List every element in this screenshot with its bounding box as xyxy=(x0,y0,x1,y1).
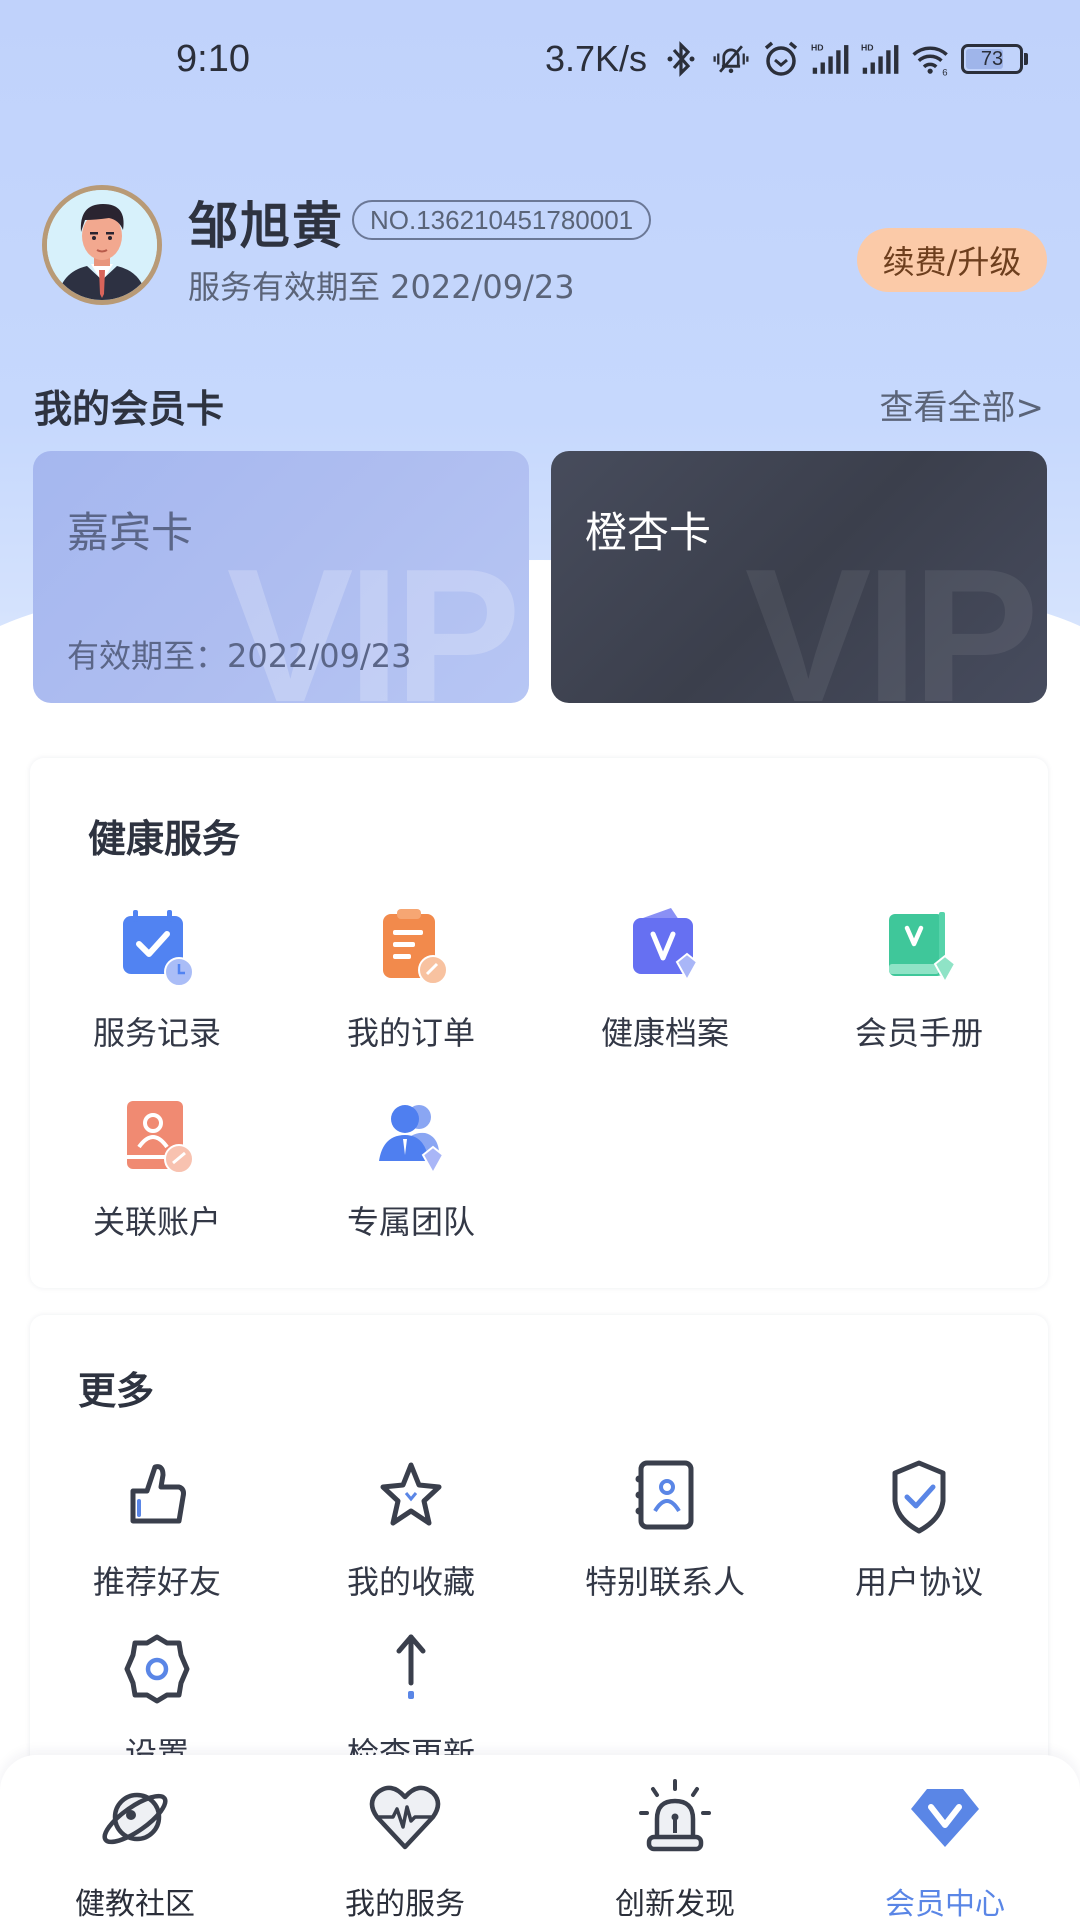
bluetooth-icon xyxy=(661,39,701,79)
hd-signal-icon: HD xyxy=(861,39,901,79)
member-card-orange[interactable]: VIP 橙杏卡 xyxy=(551,451,1047,703)
diamond-v-icon xyxy=(905,1777,985,1857)
clipboard-order-icon xyxy=(369,906,453,990)
nav-item-my-services[interactable]: 我的服务 xyxy=(270,1777,540,1920)
health-folder-icon xyxy=(623,906,707,990)
star-icon xyxy=(369,1455,453,1539)
nav-label: 我的服务 xyxy=(345,1887,465,1920)
shield-check-icon xyxy=(877,1455,961,1539)
grid-label: 关联账户 xyxy=(92,1203,221,1241)
nav-item-member-center[interactable]: 会员中心 xyxy=(810,1777,1080,1920)
vibrate-off-icon xyxy=(711,39,751,79)
gear-icon xyxy=(115,1627,199,1711)
grid-label: 推荐好友 xyxy=(92,1563,221,1601)
svg-text:HD: HD xyxy=(861,42,874,52)
card-name: 橙杏卡 xyxy=(585,508,712,557)
view-all-link[interactable]: 查看全部> xyxy=(880,380,1045,429)
grid-label: 我的订单 xyxy=(346,1014,475,1052)
grid-label: 用户协议 xyxy=(854,1563,983,1601)
member-book-icon xyxy=(877,906,961,990)
contact-book-icon xyxy=(623,1455,707,1539)
alarm-icon xyxy=(761,39,801,79)
member-handbook-item[interactable]: 会员手册 xyxy=(792,906,1046,1054)
grid-label: 服务记录 xyxy=(92,1014,221,1052)
renew-upgrade-button[interactable]: 续费/升级 xyxy=(857,228,1047,292)
nav-label: 会员中心 xyxy=(885,1887,1005,1920)
linked-account-icon xyxy=(115,1095,199,1179)
grid-label: 我的收藏 xyxy=(346,1563,475,1601)
network-speed: 3.7K/s xyxy=(544,38,647,79)
user-name: 邹旭黄 xyxy=(188,197,344,255)
calendar-check-icon xyxy=(115,906,199,990)
nav-item-health-community[interactable]: 健教社区 xyxy=(0,1777,270,1920)
health-services-panel: 健康服务 服务记录 我的订单 健康档案 会员手册 关联账户 专属团队 xyxy=(30,758,1048,1288)
hd-signal-icon: HD xyxy=(811,39,851,79)
member-cards-title: 我的会员卡 xyxy=(34,387,225,431)
exclusive-team-item[interactable]: 专属团队 xyxy=(284,1095,538,1243)
avatar[interactable] xyxy=(42,185,162,305)
user-agreement-item[interactable]: 用户协议 xyxy=(792,1455,1046,1603)
refer-friends-item[interactable]: 推荐好友 xyxy=(30,1455,284,1603)
status-time: 9:10 xyxy=(176,38,250,80)
more-title: 更多 xyxy=(78,1369,155,1413)
my-favorites-item[interactable]: 我的收藏 xyxy=(284,1455,538,1603)
team-icon xyxy=(369,1095,453,1179)
bottom-navigation: 健教社区 我的服务 创新发现 会员中心 xyxy=(0,1755,1080,1920)
status-icons: 3.7K/s HD HD 6 73 xyxy=(545,38,1028,80)
planet-icon xyxy=(95,1777,175,1857)
member-card-guest[interactable]: VIP 嘉宾卡 有效期至：2022/09/23 xyxy=(33,451,529,703)
grid-label: 特别联系人 xyxy=(584,1563,745,1601)
svg-text:HD: HD xyxy=(811,42,824,52)
my-orders-item[interactable]: 我的订单 xyxy=(284,906,538,1054)
member-number-badge: NO.136210451780001 xyxy=(352,200,652,240)
arrow-up-icon xyxy=(369,1627,453,1711)
nav-label: 创新发现 xyxy=(615,1887,735,1920)
grid-label: 健康档案 xyxy=(600,1014,729,1052)
grid-label: 专属团队 xyxy=(346,1203,475,1241)
linked-accounts-item[interactable]: 关联账户 xyxy=(30,1095,284,1243)
card-name: 嘉宾卡 xyxy=(67,508,194,557)
thumbs-up-icon xyxy=(115,1455,199,1539)
check-update-item[interactable]: 检查更新 xyxy=(284,1627,538,1775)
siren-icon xyxy=(635,1777,715,1857)
nav-label: 健教社区 xyxy=(75,1887,195,1920)
battery-level: 73 xyxy=(980,47,1004,70)
card-expiry: 有效期至：2022/09/23 xyxy=(67,637,412,675)
status-bar: 9:10 3.7K/s HD HD 6 73 xyxy=(0,0,1080,120)
svg-text:6: 6 xyxy=(942,68,947,79)
special-contacts-item[interactable]: 特别联系人 xyxy=(538,1455,792,1603)
service-validity: 服务有效期至 2022/09/23 xyxy=(188,268,575,306)
health-records-item[interactable]: 健康档案 xyxy=(538,906,792,1054)
service-records-item[interactable]: 服务记录 xyxy=(30,906,284,1054)
vip-watermark: VIP xyxy=(744,530,1039,703)
avatar-illustration xyxy=(47,190,157,300)
nav-item-innovation-discover[interactable]: 创新发现 xyxy=(540,1777,810,1920)
wifi-icon: 6 xyxy=(911,39,951,79)
heart-pulse-icon xyxy=(365,1777,445,1857)
grid-label: 会员手册 xyxy=(854,1014,983,1052)
settings-item[interactable]: 设置 xyxy=(30,1627,284,1775)
battery-icon: 73 xyxy=(961,44,1028,74)
health-services-title: 健康服务 xyxy=(88,817,241,861)
